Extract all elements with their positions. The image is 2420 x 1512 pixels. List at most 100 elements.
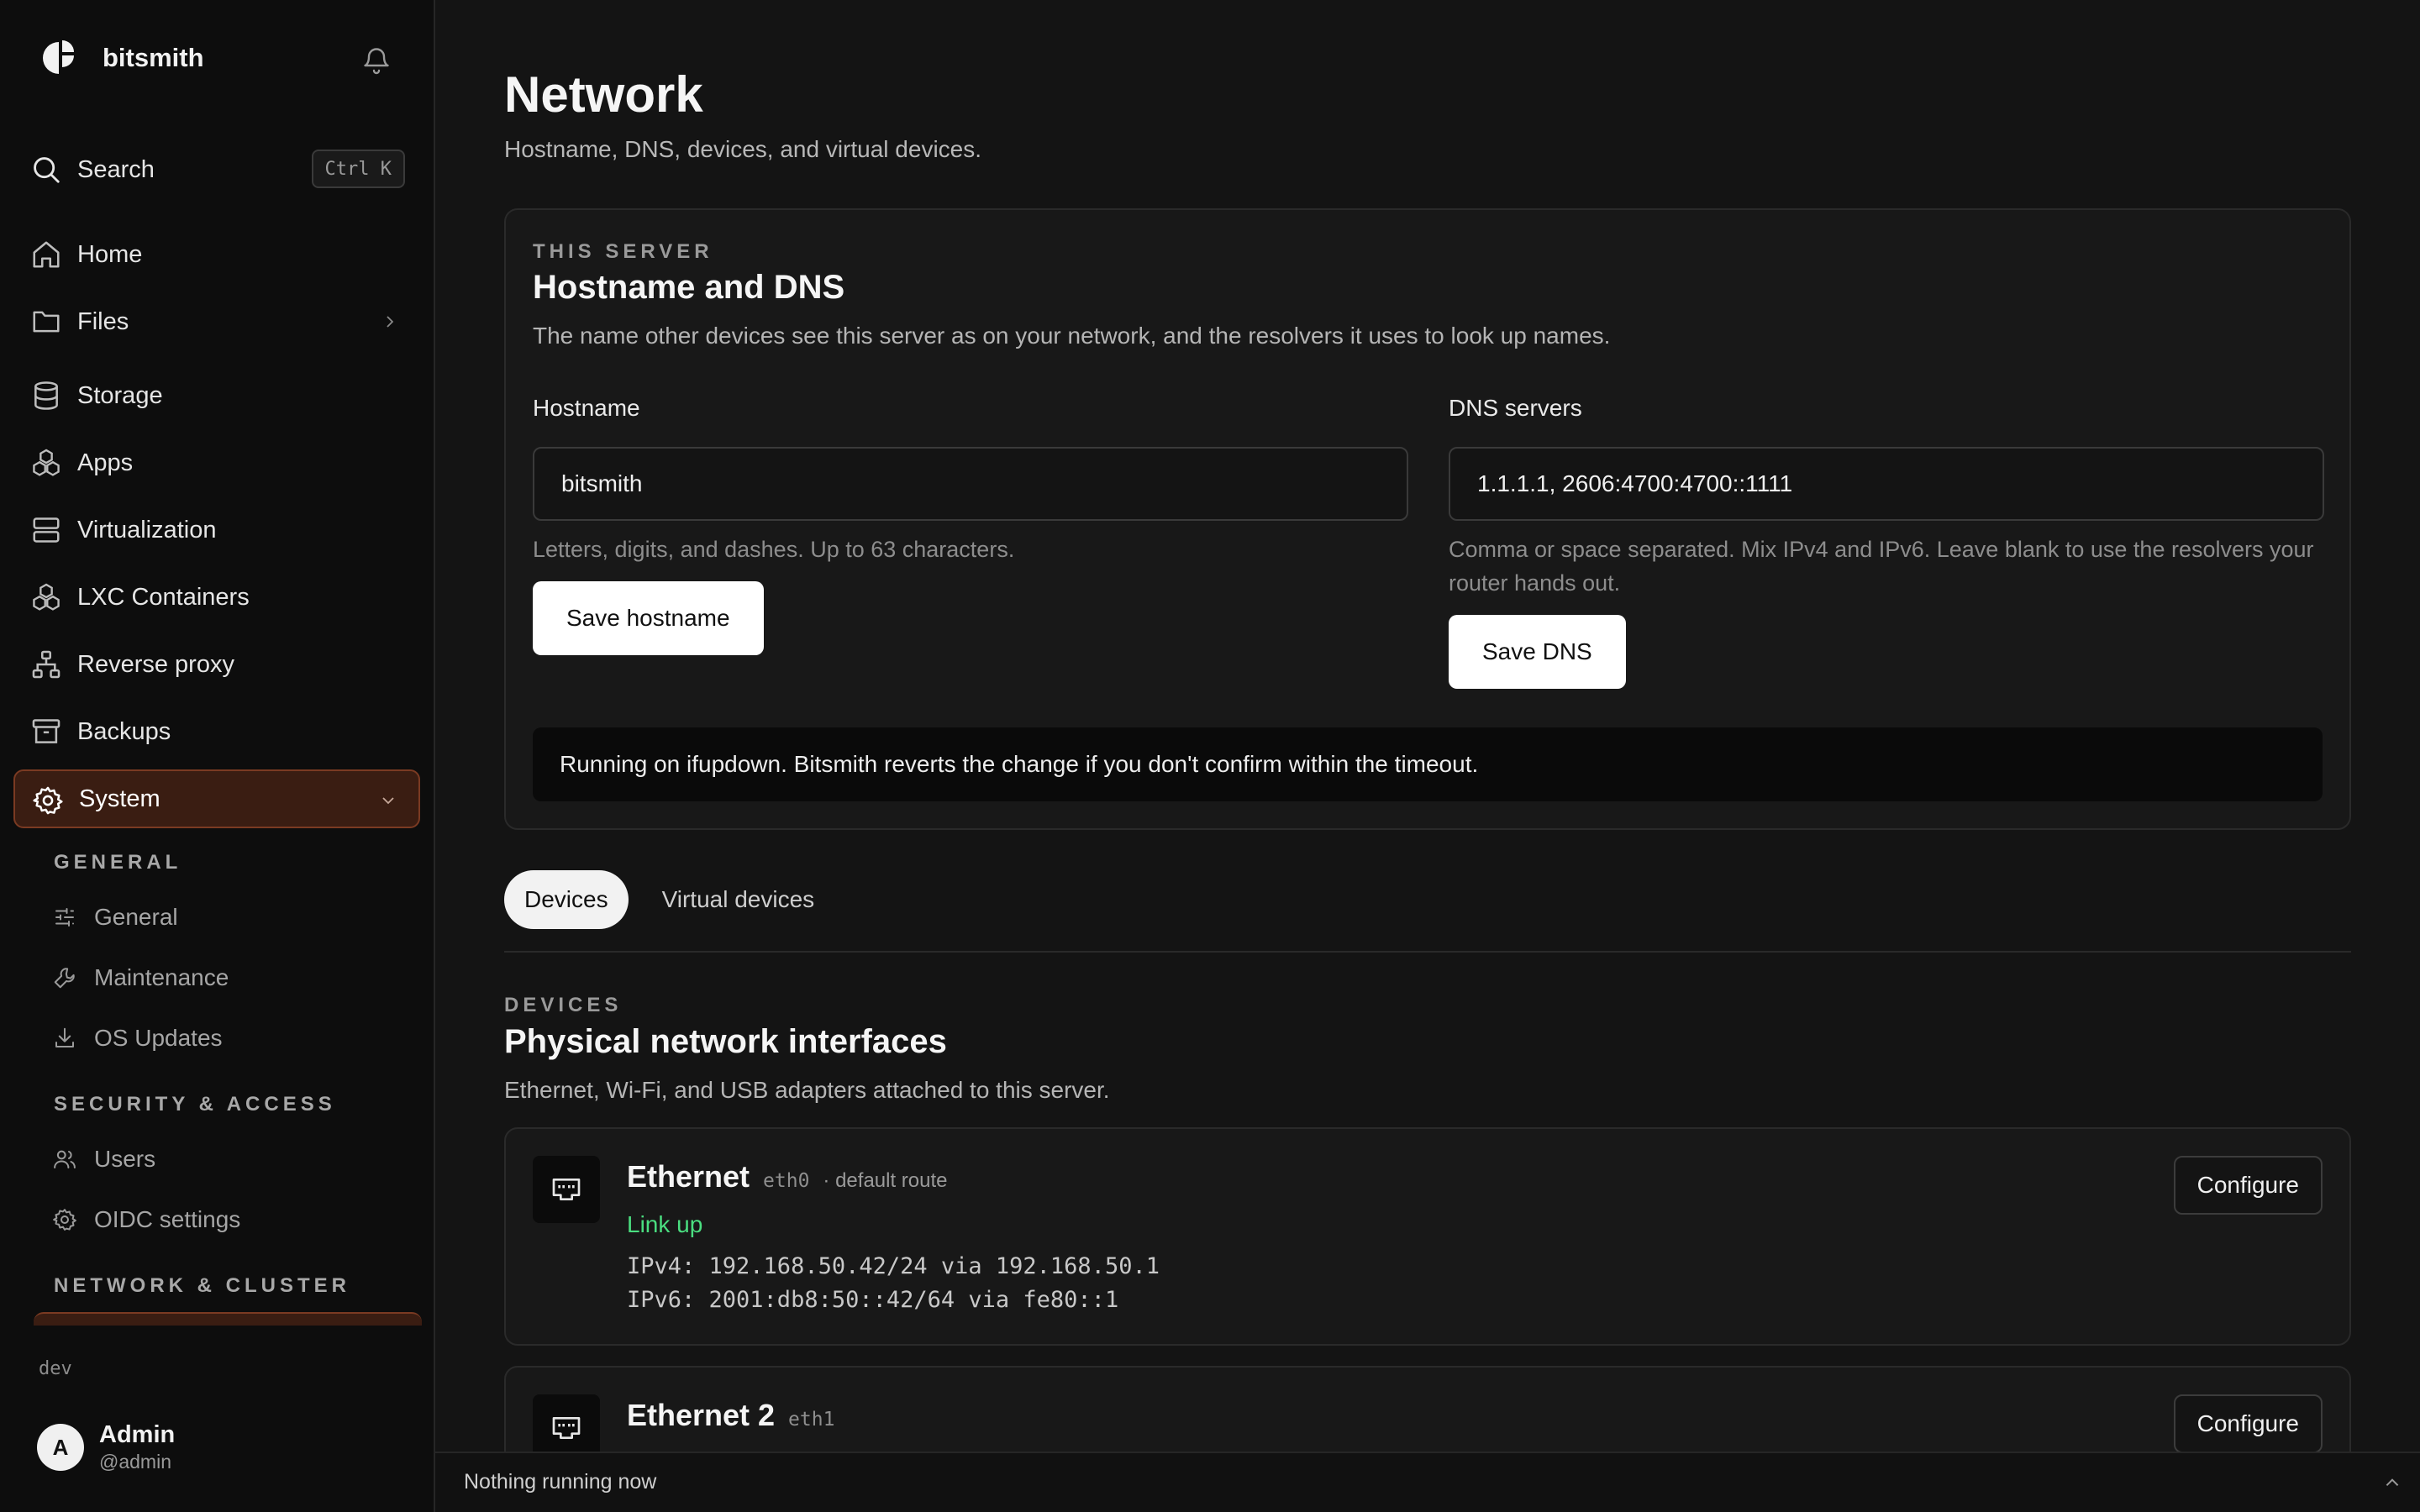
sidebar-item-system[interactable]: System (13, 769, 420, 828)
sidebar-item-label: Files (77, 307, 129, 335)
device-interface: eth0 (763, 1170, 810, 1192)
sidebar-subitem-label: Maintenance (94, 964, 229, 990)
link-status: Link up (627, 1211, 703, 1237)
search-icon (34, 157, 60, 183)
sidebar-subitem-label: OS Updates (94, 1025, 223, 1051)
device-name: Ethernet (627, 1159, 750, 1194)
main-content: Network Hostname, DNS, devices, and virt… (435, 0, 2420, 1452)
sidebar-subitem-users[interactable]: Users (52, 1136, 405, 1183)
brand[interactable]: bitsmith (40, 39, 204, 77)
sidebar-group-security: SECURITY & ACCESS (54, 1093, 336, 1116)
device-route: · default route (823, 1169, 948, 1192)
section-title: Physical network interfaces (504, 1023, 947, 1060)
device-interface: eth1 (788, 1409, 835, 1431)
bitsmith-logo-icon (43, 40, 74, 74)
ethernet-port-icon (533, 1394, 600, 1452)
hostname-label: Hostname (533, 395, 640, 421)
sidebar-item-lxc-containers[interactable]: LXC Containers (13, 568, 420, 627)
tab-divider (504, 951, 2351, 953)
sidebar-subitem-network-active[interactable] (34, 1312, 422, 1326)
sidebar-subitem-oidc-settings[interactable]: OIDC settings (52, 1196, 405, 1243)
user-handle: @admin (99, 1451, 171, 1473)
sidebar-subitem-general[interactable]: General (52, 894, 405, 941)
sidebar-subitem-maintenance[interactable]: Maintenance (52, 954, 405, 1001)
sidebar-subitem-label: OIDC settings (94, 1206, 241, 1232)
folder-icon (33, 311, 60, 333)
sidebar-item-label: Apps (77, 449, 134, 476)
user-name: Admin (99, 1421, 176, 1448)
card-eyebrow: THIS SERVER (533, 240, 713, 263)
sidebar-group-network-cluster: NETWORK & CLUSTER (54, 1274, 350, 1297)
sidebar-subitem-label: General (94, 904, 178, 930)
tab-bar: Devices Virtual devices (504, 870, 834, 929)
wrench-icon (54, 968, 75, 989)
hostname-dns-card: THIS SERVER Hostname and DNS The name ot… (504, 208, 2351, 830)
sidebar-item-label: Virtualization (77, 516, 217, 543)
device-name: Ethernet 2 (627, 1398, 776, 1432)
page-subtitle: Hostname, DNS, devices, and virtual devi… (504, 136, 982, 162)
sidebar-item-label: LXC Containers (77, 583, 250, 611)
tab-virtual-devices[interactable]: Virtual devices (642, 870, 835, 929)
environment-label: dev (39, 1358, 72, 1379)
dns-servers-input[interactable]: 1.1.1.1, 2606:4700:4700::1111 (1449, 447, 2324, 521)
chevron-right-icon[interactable] (381, 313, 398, 330)
sidebar-subitem-os-updates[interactable]: OS Updates (52, 1015, 405, 1062)
card-title: Hostname and DNS (533, 269, 845, 306)
chevron-down-icon[interactable] (380, 792, 397, 809)
server-icon (33, 517, 60, 543)
configure-button[interactable]: Configure (2173, 1394, 2323, 1452)
network-notice: Running on ifupdown. Bitsmith reverts th… (533, 727, 2323, 801)
sidebar-item-label: Home (77, 240, 143, 268)
home-icon (33, 241, 60, 268)
dns-label: DNS servers (1449, 395, 1582, 421)
hostname-hint: Letters, digits, and dashes. Up to 63 ch… (533, 537, 1015, 562)
app-name: bitsmith (103, 43, 204, 72)
sidebar-item-label: Storage (77, 381, 163, 409)
sidebar-group-general: GENERAL (54, 851, 182, 874)
network-icon (32, 650, 60, 679)
sidebar-item-label: Reverse proxy (77, 650, 234, 678)
sidebar-item-storage[interactable]: Storage (13, 366, 420, 425)
containers-icon (33, 583, 60, 611)
save-dns-button[interactable]: Save DNS (1449, 615, 1626, 689)
section-description: Ethernet, Wi-Fi, and USB adapters attach… (504, 1077, 1110, 1103)
ethernet-port-icon (533, 1156, 600, 1223)
sidebar-item-apps[interactable]: Apps (13, 433, 420, 492)
bell-icon[interactable] (361, 45, 392, 76)
tab-devices[interactable]: Devices (504, 870, 629, 929)
database-icon (34, 381, 58, 410)
avatar: A (37, 1424, 84, 1471)
sidebar-item-files[interactable]: Files (13, 292, 420, 351)
sidebar-subitem-label: Users (94, 1146, 156, 1172)
sidebar-item-home[interactable]: Home (13, 225, 420, 284)
sidebar-item-virtualization[interactable]: Virtualization (13, 501, 420, 559)
sidebar: bitsmith Search Ctrl K Home Files Storag… (0, 0, 435, 1512)
sidebar-item-backups[interactable]: Backups (13, 702, 420, 761)
sliders-icon (55, 908, 74, 927)
download-icon (55, 1027, 74, 1047)
gear-icon (53, 1209, 76, 1231)
archive-icon (32, 719, 60, 743)
chevron-up-icon[interactable] (2383, 1473, 2402, 1492)
sidebar-item-label: Backups (77, 717, 171, 745)
sidebar-item-label: System (79, 785, 160, 812)
sidebar-item-reverse-proxy[interactable]: Reverse proxy (13, 635, 420, 694)
card-description: The name other devices see this server a… (533, 323, 1611, 349)
users-icon (54, 1150, 76, 1168)
gear-icon (33, 786, 63, 815)
user-menu[interactable]: A Admin @admin (37, 1421, 175, 1473)
search-shortcut-badge: Ctrl K (311, 150, 405, 188)
search-label: Search (77, 155, 155, 183)
section-eyebrow: DEVICES (504, 994, 623, 1016)
page-title: Network (504, 66, 703, 123)
device-card-eth0: Ethernet eth0 · default route Link up IP… (504, 1127, 2351, 1346)
dns-hint: Comma or space separated. Mix IPv4 and I… (1449, 537, 2314, 596)
device-ipv4: IPv4: 192.168.50.42/24 via 192.168.50.1 (627, 1253, 1160, 1279)
task-status-bar[interactable]: Nothing running now (435, 1452, 2420, 1512)
apps-icon (33, 449, 60, 476)
save-hostname-button[interactable]: Save hostname (533, 581, 764, 655)
sidebar-search[interactable]: Search Ctrl K (30, 148, 405, 192)
configure-button[interactable]: Configure (2173, 1156, 2323, 1215)
hostname-input[interactable]: bitsmith (533, 447, 1408, 521)
status-text: Nothing running now (464, 1470, 657, 1494)
